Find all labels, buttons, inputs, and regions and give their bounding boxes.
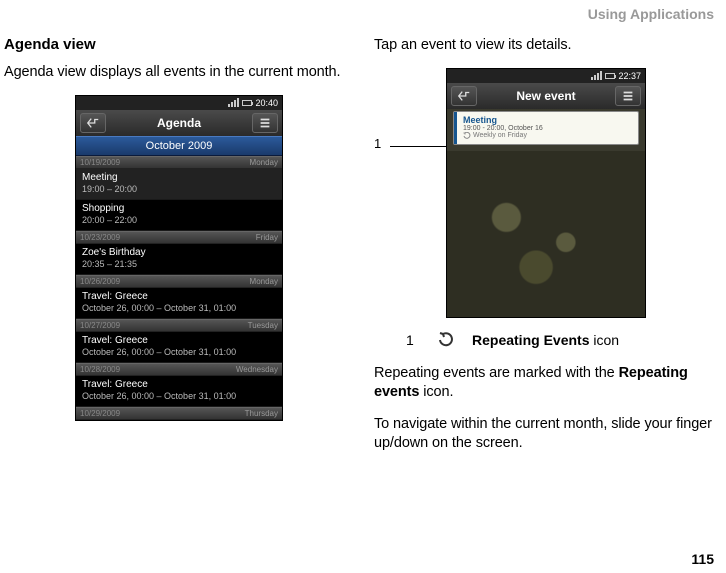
titlebar-label: New event [477, 89, 615, 103]
agenda-event[interactable]: Meeting 19:00 – 20:00 [76, 169, 282, 200]
status-time: 22:37 [618, 71, 641, 81]
legend-label: Repeating Events icon [472, 332, 619, 348]
agenda-view-heading: Agenda view [4, 36, 354, 53]
callout-legend: 1 Repeating Events icon [406, 332, 720, 348]
battery-icon [242, 100, 252, 106]
date-header: 10/19/2009Monday [76, 156, 282, 169]
status-time: 20:40 [255, 98, 278, 108]
event-time: 19:00 - 20:00, October 16 [459, 125, 633, 132]
event-time: October 26, 00:00 – October 31, 01:00 [82, 391, 276, 401]
title-bar: New event [447, 83, 645, 109]
date-header: 10/29/2009Thursday [76, 407, 282, 420]
legend-number: 1 [406, 332, 420, 348]
left-column: Agenda view Agenda view displays all eve… [4, 36, 354, 421]
event-name: Meeting [82, 172, 276, 183]
menu-button[interactable] [252, 113, 278, 133]
back-arrow-icon [457, 89, 471, 103]
event-time: 19:00 – 20:00 [82, 184, 276, 194]
wallpaper [447, 151, 645, 317]
signal-icon [228, 98, 239, 107]
event-name: Meeting [459, 115, 633, 125]
agenda-event[interactable]: Travel: Greece October 26, 00:00 – Octob… [76, 332, 282, 363]
date-header: 10/26/2009Monday [76, 275, 282, 288]
agenda-view-intro: Agenda view displays all events in the c… [4, 63, 354, 83]
navigate-text: To navigate within the current month, sl… [374, 415, 720, 454]
menu-button[interactable] [615, 86, 641, 106]
back-arrow-icon [86, 116, 100, 130]
agenda-event[interactable]: Travel: Greece October 26, 00:00 – Octob… [76, 376, 282, 407]
event-detail-card[interactable]: Meeting 19:00 - 20:00, October 16 Weekly… [453, 111, 639, 145]
callout-number: 1 [374, 68, 404, 151]
signal-icon [591, 71, 602, 80]
titlebar-label: Agenda [106, 116, 252, 130]
month-header: October 2009 [76, 136, 282, 156]
event-detail-figure: 1 22:37 New event [374, 68, 720, 318]
battery-icon [605, 73, 615, 79]
back-button[interactable] [80, 113, 106, 133]
event-time: 20:35 – 21:35 [82, 259, 276, 269]
event-detail-screenshot: 22:37 New event Meeting 19:00 - 20:00, O… [446, 68, 646, 318]
repeating-events-icon [463, 132, 471, 140]
menu-list-icon [621, 89, 635, 103]
title-bar: Agenda [76, 110, 282, 136]
status-bar: 20:40 [76, 96, 282, 110]
event-time: October 26, 00:00 – October 31, 01:00 [82, 303, 276, 313]
event-repeat: Weekly on Friday [459, 132, 633, 140]
event-name: Shopping [82, 203, 276, 214]
date-header: 10/28/2009Wednesday [76, 363, 282, 376]
agenda-event[interactable]: Zoe's Birthday 20:35 – 21:35 [76, 244, 282, 275]
menu-list-icon [258, 116, 272, 130]
date-header: 10/27/2009Tuesday [76, 319, 282, 332]
event-name: Travel: Greece [82, 335, 276, 346]
agenda-event[interactable]: Shopping 20:00 – 22:00 [76, 200, 282, 231]
event-time: October 26, 00:00 – October 31, 01:00 [82, 347, 276, 357]
repeating-events-text: Repeating events are marked with the Rep… [374, 364, 720, 403]
agenda-screenshot: 20:40 Agenda October 2009 10/19/2009Mond… [75, 95, 283, 421]
page-header-section: Using Applications [588, 6, 714, 22]
event-name: Travel: Greece [82, 291, 276, 302]
callout-line [390, 146, 453, 147]
repeating-events-icon [438, 332, 454, 348]
event-name: Travel: Greece [82, 379, 276, 390]
date-header: 10/23/2009Friday [76, 231, 282, 244]
tap-event-text: Tap an event to view its details. [374, 36, 720, 56]
status-bar: 22:37 [447, 69, 645, 83]
event-name: Zoe's Birthday [82, 247, 276, 258]
back-button[interactable] [451, 86, 477, 106]
agenda-event[interactable]: Travel: Greece October 26, 00:00 – Octob… [76, 288, 282, 319]
page-number: 115 [691, 551, 714, 567]
right-column: Tap an event to view its details. 1 22:3… [374, 36, 720, 466]
event-time: 20:00 – 22:00 [82, 215, 276, 225]
event-color-stripe [454, 112, 457, 144]
